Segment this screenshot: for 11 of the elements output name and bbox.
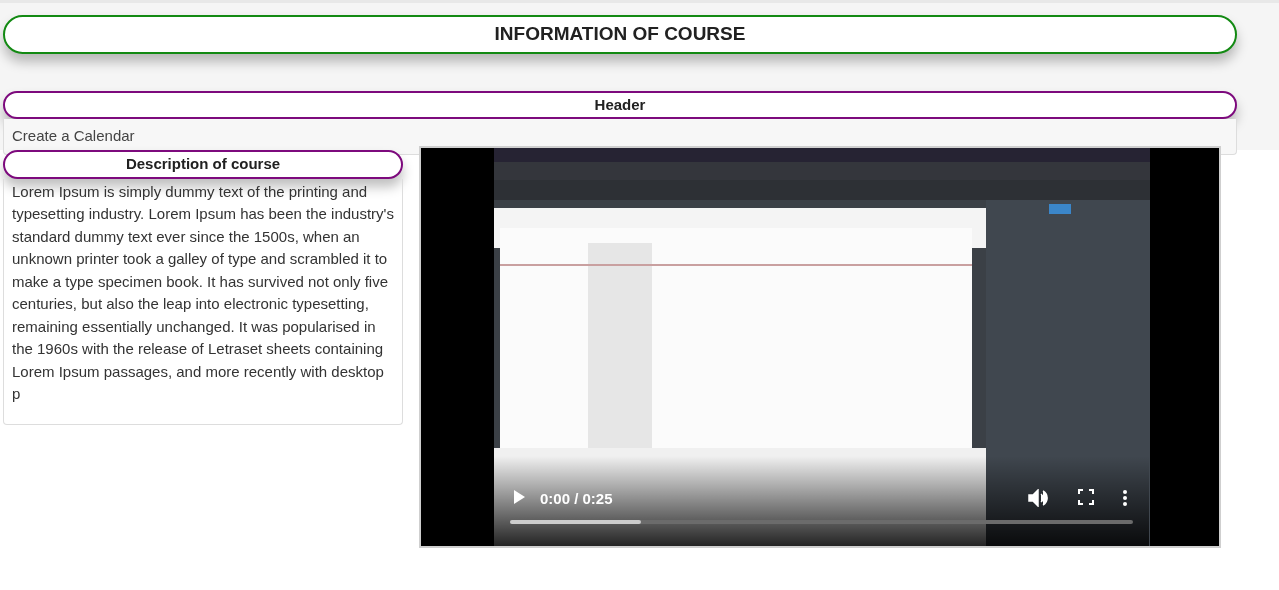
description-text: Lorem Ipsum is simply dummy text of the printing and typesetting industry. Lorem Ipsum has been the industry's standard dummy text ever since the 1500s, when an unknown printer took a galley of type and scrambled it to make a type specimen book. It has survived not only five centuries, but also the leap into electronic typesetting, remaining essentially unchanged. It was popularised in the 1960s with the release of Letraset sheets containing Lorem Ipsum passages, and more recently with desktop p [3,178,403,425]
description-title: Description of course [3,150,403,179]
progress-track[interactable] [510,520,1133,524]
page-title: INFORMATION OF COURSE [3,15,1237,54]
volume-icon[interactable] [1028,489,1048,507]
section-header: Header [3,90,1237,119]
video-player[interactable]: 0:00 / 0:25 [419,146,1221,548]
fullscreen-icon[interactable] [1078,489,1094,505]
video-time: 0:00 / 0:25 [540,489,613,509]
more-icon[interactable] [1122,489,1128,507]
play-icon[interactable] [512,489,526,505]
